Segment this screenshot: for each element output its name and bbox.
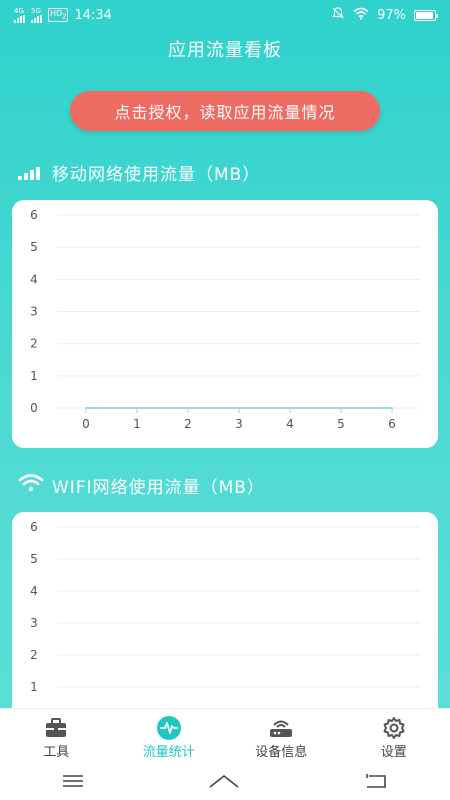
router-icon <box>268 715 294 741</box>
mobile-chart-data-point <box>340 407 342 409</box>
mobile-chart-y-tick-label: 2 <box>30 337 38 351</box>
page-title: 应用流量看板 <box>168 40 282 61</box>
network-label-2: 5G <box>31 6 41 15</box>
mute-icon <box>331 6 345 24</box>
mobile-chart-y-tick-label: 4 <box>30 272 38 286</box>
menu-icon[interactable] <box>61 773 85 793</box>
hd-sub: 2 <box>62 12 67 21</box>
bottom-nav: 工具 流量统计 设备信息 设置 <box>0 708 450 766</box>
system-nav-bar <box>0 766 450 800</box>
mobile-chart-x-tick-label: 1 <box>133 417 141 431</box>
mobile-chart-data-point <box>85 407 87 409</box>
mobile-chart-y-tick-label: 3 <box>30 305 38 319</box>
nav-label-settings: 设置 <box>380 745 407 760</box>
wifi-chart-y-tick-label: 4 <box>30 584 38 598</box>
nav-label-device-info: 设备信息 <box>255 745 308 760</box>
mobile-chart-data-point <box>238 407 240 409</box>
signal-5g-icon: 5G <box>31 6 42 23</box>
home-icon[interactable] <box>208 773 240 793</box>
wifi-chart-y-tick-label: 6 <box>30 520 38 534</box>
hd-label: HD <box>50 8 63 18</box>
mobile-chart-y-tick-label: 1 <box>30 369 38 383</box>
mobile-chart-y-tick-label: 6 <box>30 208 38 222</box>
nav-item-device-info[interactable]: 设备信息 <box>231 715 331 760</box>
mobile-chart-data-point <box>391 407 393 409</box>
authorize-button[interactable]: 点击授权，读取应用流量情况 <box>70 91 380 131</box>
wifi-section-title: WIFI网络使用流量（MB） <box>18 473 265 498</box>
nav-item-tools[interactable]: 工具 <box>6 715 106 760</box>
mobile-chart-svg: 0 1 2 3 4 5 6 0 1 2 3 4 5 6 <box>30 208 420 431</box>
wifi-chart-y-tick-label: 5 <box>30 552 38 566</box>
battery-icon <box>414 9 438 21</box>
status-bar: 4G 5G HD2 14:34 97% <box>0 0 450 30</box>
mobile-chart-y-tick-label: 0 <box>30 401 38 415</box>
nav-label-traffic-stats: 流量统计 <box>142 745 195 760</box>
wifi-icon <box>18 473 44 498</box>
mobile-chart-data-point <box>187 407 189 409</box>
nav-label-tools: 工具 <box>43 745 70 760</box>
cellular-signal-icon <box>18 166 44 180</box>
pulse-icon <box>156 715 182 741</box>
battery-percent: 97% <box>377 7 406 23</box>
wifi-chart-y-tick-label: 1 <box>30 680 38 694</box>
mobile-usage-chart: 0 1 2 3 4 5 6 0 1 2 3 4 5 6 <box>12 200 438 448</box>
battery-fill <box>416 11 434 19</box>
status-left: 4G 5G HD2 14:34 <box>14 6 112 23</box>
mobile-section-title: 移动网络使用流量（MB） <box>18 160 260 185</box>
wifi-chart-svg: 1 2 3 4 5 6 <box>30 520 420 694</box>
mobile-chart-data-point <box>289 407 291 409</box>
toolbox-icon <box>44 715 68 741</box>
wifi-status-icon <box>353 7 369 24</box>
mobile-chart-y-tick-label: 5 <box>30 240 38 254</box>
mobile-chart-x-tick-label: 5 <box>337 417 345 431</box>
clock: 14:34 <box>74 7 112 23</box>
wifi-chart-y-tick-label: 3 <box>30 616 38 630</box>
nav-item-traffic-stats[interactable]: 流量统计 <box>119 715 219 760</box>
mobile-chart-x-tick-label: 0 <box>82 417 90 431</box>
back-icon[interactable] <box>363 772 389 794</box>
hd-badge: HD2 <box>48 7 69 23</box>
mobile-chart-x-tick-label: 3 <box>235 417 243 431</box>
mobile-chart-x-tick-label: 6 <box>388 417 396 431</box>
status-right: 97% <box>331 6 438 24</box>
nav-item-settings[interactable]: 设置 <box>344 715 444 760</box>
network-label-1: 4G <box>14 6 24 15</box>
mobile-chart-x-tick-label: 2 <box>184 417 192 431</box>
mobile-chart-data-point <box>136 407 138 409</box>
gear-icon <box>382 715 406 741</box>
wifi-chart-y-tick-label: 2 <box>30 648 38 662</box>
wifi-section-label: WIFI网络使用流量（MB） <box>52 478 265 498</box>
signal-4g-icon: 4G <box>14 6 25 23</box>
mobile-chart-x-tick-label: 4 <box>286 417 294 431</box>
wifi-usage-chart: 1 2 3 4 5 6 <box>12 512 438 722</box>
mobile-section-label: 移动网络使用流量（MB） <box>52 165 261 185</box>
